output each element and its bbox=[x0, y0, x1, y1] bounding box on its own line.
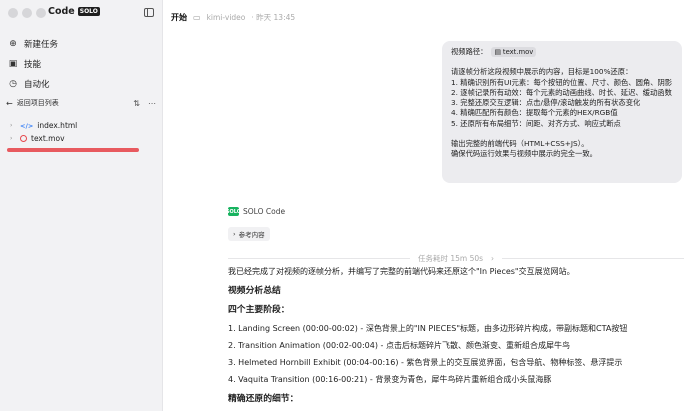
stage-item: 3. Helmeted Hornbill Exhibit (00:04-00:1… bbox=[228, 358, 623, 367]
message-line: 请逐帧分析这段视频中展示的内容，目标是100%还原： bbox=[451, 67, 633, 77]
message-line: 2. 逐帧记录所有动效：每个元素的动画曲线、时长、延迟、缓动函数 bbox=[451, 87, 672, 97]
timestamp: · 昨天 13:45 bbox=[251, 13, 296, 22]
reference-label: 参考内容 bbox=[238, 231, 265, 239]
chevron-right-icon[interactable]: › bbox=[491, 254, 494, 263]
file-item-text-mov[interactable]: › text.mov bbox=[10, 132, 77, 145]
back-to-projects-link[interactable]: 返回项目列表 bbox=[17, 98, 59, 108]
user-message-bubble: 视频路径： ▤ text.mov 请逐帧分析这段视频中展示的内容，目标是100%… bbox=[442, 41, 682, 183]
start-tab[interactable]: 开始 bbox=[171, 12, 187, 23]
sidebar: Code SOLO ⊕ 新建任务 ▣ 技能 ◷ 自动化 ← 返回项目列表 ⇅ ⋯ bbox=[0, 0, 163, 411]
close-window-button[interactable] bbox=[8, 8, 18, 18]
file-name: index.html bbox=[37, 121, 78, 130]
video-path-label: 视频路径： bbox=[451, 47, 488, 56]
task-duration-divider: 任务耗时 15m 50s › bbox=[228, 253, 685, 264]
chevron-right-icon: › bbox=[10, 122, 13, 129]
new-task-icon: ⊕ bbox=[9, 39, 17, 49]
message-line: 4. 精确匹配所有颜色：提取每个元素的HEX/RGB值 bbox=[451, 108, 618, 118]
maximize-window-button[interactable] bbox=[36, 8, 46, 18]
assistant-response: 我已经完成了对视频的逐帧分析，并编写了完整的前端代码来还原这个"In Piece… bbox=[228, 267, 684, 404]
sidebar-nav: ⊕ 新建任务 ▣ 技能 ◷ 自动化 bbox=[8, 34, 58, 94]
assistant-header: SOLO SOLO Code bbox=[225, 207, 286, 216]
app-badge: Code SOLO bbox=[48, 6, 100, 17]
stage-item: 1. Landing Screen (00:00-00:02) - 深色背景上的… bbox=[228, 324, 628, 333]
more-icon[interactable]: ⋯ bbox=[148, 99, 156, 108]
heading-details: 精确还原的细节： bbox=[228, 394, 299, 404]
assistant-name: SOLO Code bbox=[243, 207, 286, 216]
stage-item: 4. Vaquita Transition (00:16-00:21) - 背景… bbox=[228, 375, 552, 384]
app-window: Code SOLO ⊕ 新建任务 ▣ 技能 ◷ 自动化 ← 返回项目列表 ⇅ ⋯ bbox=[0, 0, 690, 411]
html-file-icon: </> bbox=[20, 121, 34, 130]
chevron-right-icon: › bbox=[233, 230, 236, 238]
video-path-row: 视频路径： ▤ text.mov bbox=[451, 47, 673, 58]
file-chip-name: text.mov bbox=[502, 48, 534, 56]
app-badge-label: Code bbox=[48, 6, 75, 17]
message-line: 确保代码运行效果与视频中展示的完全一致。 bbox=[451, 149, 597, 159]
file-tree: › </> index.html › text.mov bbox=[10, 119, 77, 145]
message-line: 3. 完整还原交互逻辑：点击/悬停/滚动触发的所有状态变化 bbox=[451, 98, 641, 108]
task-duration: 任务耗时 15m 50s bbox=[417, 254, 484, 263]
minimize-window-button[interactable] bbox=[22, 8, 32, 18]
sidebar-item-new-task[interactable]: ⊕ 新建任务 bbox=[8, 34, 58, 54]
sidebar-item-label: 新建任务 bbox=[24, 40, 59, 50]
project-name[interactable]: kimi-video bbox=[207, 13, 246, 22]
heading-analysis-summary: 视频分析总结 bbox=[228, 286, 281, 296]
chat-main: 开始 ▭ kimi-video · 昨天 13:45 视频路径： ▤ text.… bbox=[163, 0, 690, 411]
file-name: text.mov bbox=[31, 134, 65, 143]
toggle-sidebar-icon[interactable] bbox=[144, 8, 154, 17]
video-file-icon bbox=[20, 135, 27, 142]
message-line: 输出完整的前端代码（HTML+CSS+JS）。 bbox=[451, 139, 589, 149]
response-intro: 我已经完成了对视频的逐帧分析，并编写了完整的前端代码来还原这个"In Piece… bbox=[228, 267, 575, 276]
file-chip[interactable]: ▤ text.mov bbox=[491, 47, 537, 58]
chevron-right-icon: › bbox=[10, 135, 13, 142]
reference-content-button[interactable]: › 参考内容 bbox=[228, 227, 270, 241]
file-item-index-html[interactable]: › </> index.html bbox=[10, 119, 77, 132]
automation-icon: ◷ bbox=[9, 79, 17, 89]
topbar: 开始 ▭ kimi-video · 昨天 13:45 bbox=[171, 12, 295, 23]
selection-highlight bbox=[7, 148, 139, 152]
skills-icon: ▣ bbox=[8, 59, 18, 69]
stage-item: 2. Transition Animation (00:02-00:04) - … bbox=[228, 341, 570, 350]
solo-tag: SOLO bbox=[77, 7, 100, 16]
folder-icon: ▭ bbox=[193, 13, 201, 22]
file-icon: ▤ bbox=[494, 48, 501, 56]
window-controls bbox=[8, 8, 46, 18]
sidebar-item-automation[interactable]: ◷ 自动化 bbox=[8, 74, 58, 94]
sidebar-item-label: 技能 bbox=[24, 60, 42, 70]
sidebar-item-label: 自动化 bbox=[24, 80, 50, 90]
sort-icon[interactable]: ⇅ bbox=[133, 99, 140, 108]
message-line: 5. 还原所有布局细节：间距、对齐方式、响应式断点 bbox=[451, 118, 621, 128]
arrow-left-icon[interactable]: ← bbox=[6, 99, 13, 108]
solo-logo-icon: SOLO bbox=[225, 207, 242, 216]
message-line: 1. 精确识别所有UI元素：每个按钮的位置、尺寸、颜色、圆角、阴影 bbox=[451, 77, 673, 87]
heading-stages: 四个主要阶段： bbox=[228, 305, 290, 315]
sidebar-item-skills[interactable]: ▣ 技能 bbox=[8, 54, 58, 74]
project-bar: ← 返回项目列表 ⇅ ⋯ bbox=[6, 98, 156, 108]
